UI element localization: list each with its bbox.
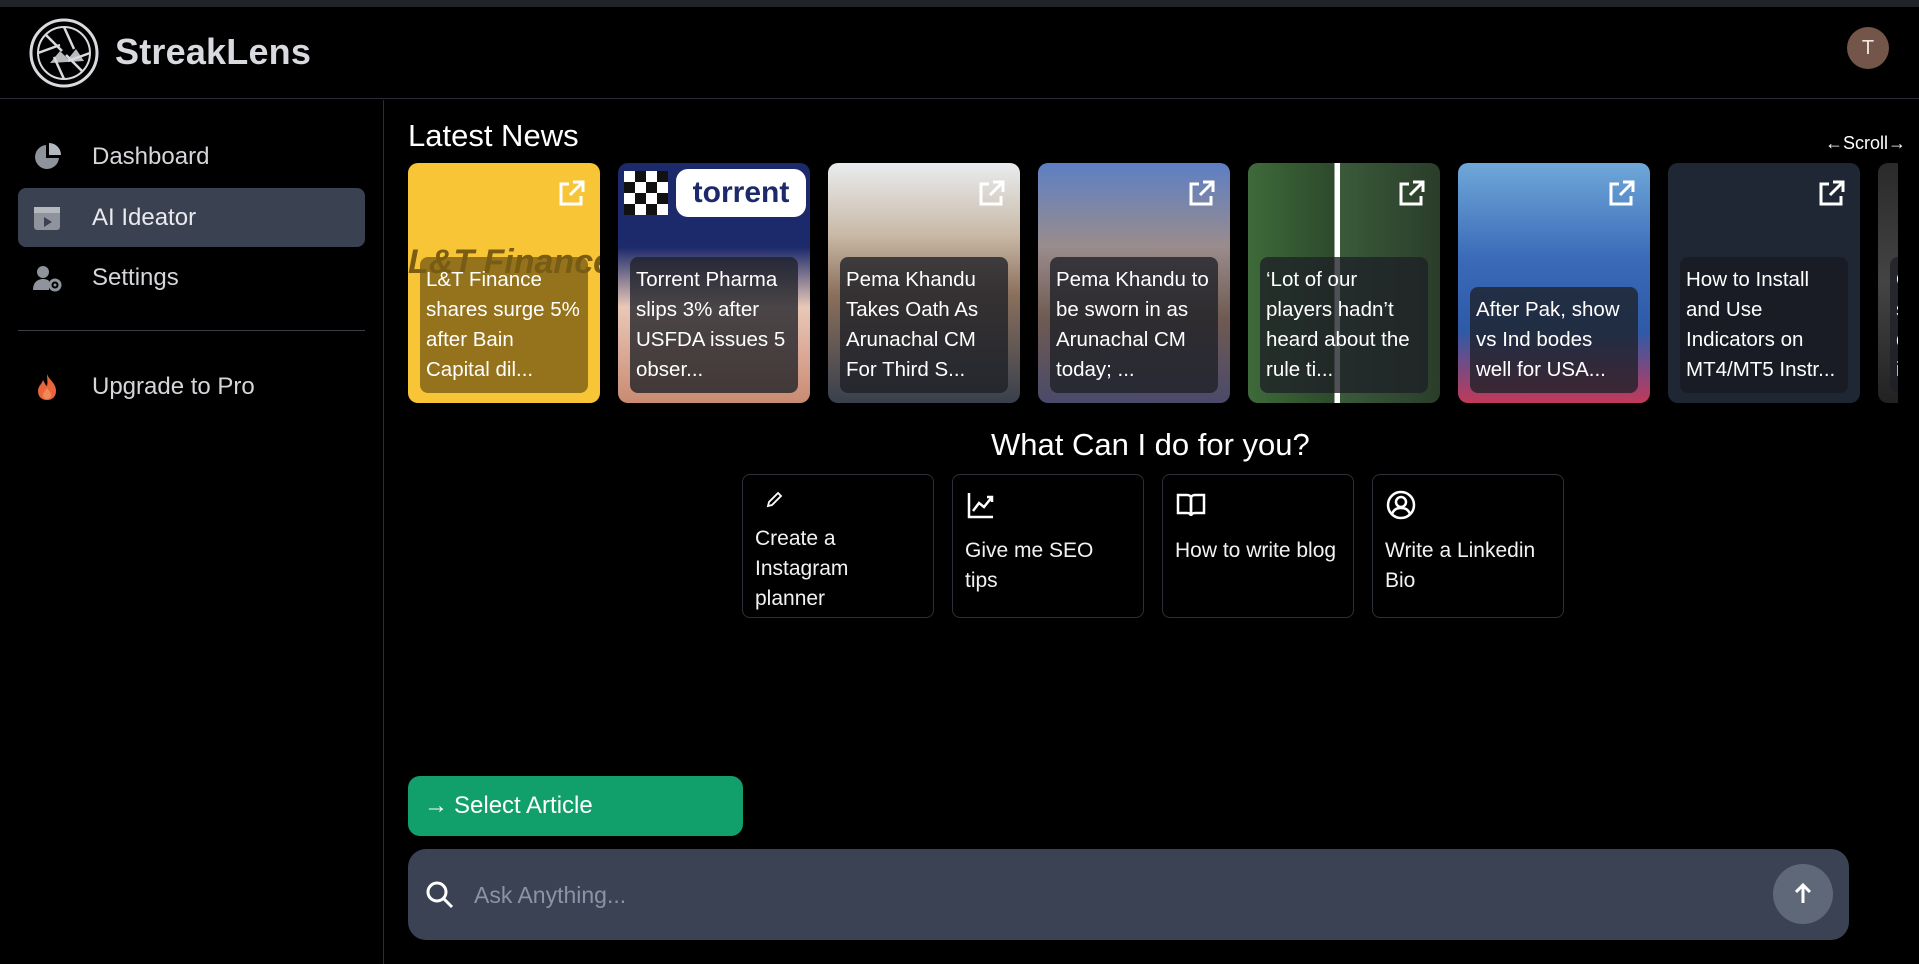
suggestion-card-linkedin-bio[interactable]: Write a Linkedin Bio — [1372, 474, 1564, 618]
suggestion-label: How to write blog — [1175, 539, 1337, 562]
news-card[interactable]: O... sa... d... in... — [1878, 163, 1898, 403]
latest-news-heading: Latest News — [408, 118, 579, 153]
news-card[interactable]: After Pak, show vs Ind bodes well for US… — [1458, 163, 1650, 403]
select-article-button[interactable]: → Select Article — [408, 776, 743, 836]
sidebar-item-settings[interactable]: Settings — [18, 248, 365, 307]
news-card-caption: Pema Khandu to be sworn in as Arunachal … — [1050, 257, 1218, 393]
ask-bar — [408, 849, 1849, 940]
sidebar-item-ai-ideator[interactable]: AI Ideator — [18, 188, 365, 247]
news-card-caption: O... sa... d... in... — [1890, 257, 1898, 393]
upgrade-label: Upgrade to Pro — [92, 372, 255, 400]
news-card-caption: How to Install and Use Indicators on MT4… — [1680, 257, 1848, 393]
trend-chart-icon — [967, 493, 994, 519]
upgrade-to-pro-button[interactable]: Upgrade to Pro — [18, 357, 365, 416]
window-top-bar — [0, 0, 1919, 7]
aperture-logo-icon[interactable] — [28, 17, 100, 89]
news-card-caption: ‘Lot of our players hadn’t heard about t… — [1260, 257, 1428, 393]
news-card[interactable]: Pema Khandu to be sworn in as Arunachal … — [1038, 163, 1230, 403]
external-link-icon[interactable] — [1396, 179, 1426, 209]
scroll-hint: ←Scroll→ — [1825, 133, 1907, 153]
suggestion-label: Give me SEO tips — [965, 539, 1094, 592]
news-card[interactable]: L&T Finance L&T Finance shares surge 5% … — [408, 163, 600, 403]
main-content: Latest News ←Scroll→ L&T Finance L&T Fin… — [385, 100, 1919, 964]
news-card-caption: Pema Khandu Takes Oath As Arunachal CM F… — [840, 257, 1008, 393]
user-avatar[interactable]: T — [1847, 27, 1889, 69]
news-card[interactable]: How to Install and Use Indicators on MT4… — [1668, 163, 1860, 403]
select-article-label: Select Article — [454, 792, 593, 819]
news-card-caption: Torrent Pharma slips 3% after USFDA issu… — [630, 257, 798, 393]
help-heading: What Can I do for you? — [991, 427, 1310, 462]
external-link-icon[interactable] — [1816, 179, 1846, 209]
video-clip-icon — [30, 201, 64, 235]
pencil-icon — [766, 491, 783, 508]
pie-chart-icon — [30, 140, 64, 174]
suggestion-label: Write a Linkedin Bio — [1385, 539, 1536, 592]
brand-checker-logo — [624, 171, 668, 215]
sidebar-item-dashboard[interactable]: Dashboard — [18, 127, 365, 186]
sidebar-item-label: Settings — [92, 263, 179, 291]
open-book-icon — [1176, 493, 1206, 517]
suggestion-label: Create a Instagram planner — [755, 527, 849, 610]
external-link-icon[interactable] — [1186, 179, 1216, 209]
flame-icon — [30, 370, 64, 404]
external-link-icon[interactable] — [976, 179, 1006, 209]
suggestion-card-write-blog[interactable]: How to write blog — [1162, 474, 1354, 618]
search-icon — [426, 881, 454, 909]
ask-input[interactable] — [474, 873, 1754, 917]
sidebar-divider — [18, 330, 365, 331]
external-link-icon[interactable] — [1606, 179, 1636, 209]
news-carousel[interactable]: L&T Finance L&T Finance shares surge 5% … — [408, 163, 1898, 403]
news-card[interactable]: Pema Khandu Takes Oath As Arunachal CM F… — [828, 163, 1020, 403]
suggestion-card-seo-tips[interactable]: Give me SEO tips — [952, 474, 1144, 618]
user-gear-icon — [30, 261, 64, 295]
news-card-caption: After Pak, show vs Ind bodes well for US… — [1470, 287, 1638, 393]
user-circle-icon — [1386, 490, 1416, 520]
sidebar-item-label: Dashboard — [92, 142, 210, 170]
news-card-caption: L&T Finance shares surge 5% after Bain C… — [420, 257, 588, 393]
sidebar-item-label: AI Ideator — [92, 203, 197, 231]
app-header: StreakLens T — [0, 7, 1919, 99]
news-card[interactable]: torrent Torrent Pharma slips 3% after US… — [618, 163, 810, 403]
send-button[interactable] — [1773, 864, 1833, 924]
brand-name: StreakLens — [115, 31, 312, 72]
suggestion-card-instagram-planner[interactable]: Create a Instagram planner — [742, 474, 934, 618]
sidebar: Dashboard AI Ideator Settings Upgrade to… — [0, 100, 384, 964]
news-card[interactable]: ‘Lot of our players hadn’t heard about t… — [1248, 163, 1440, 403]
arrow-right-icon: → — [424, 792, 448, 819]
external-link-icon[interactable] — [556, 179, 586, 209]
arrow-up-icon — [1794, 882, 1812, 903]
card-image-text: torrent — [676, 169, 806, 217]
